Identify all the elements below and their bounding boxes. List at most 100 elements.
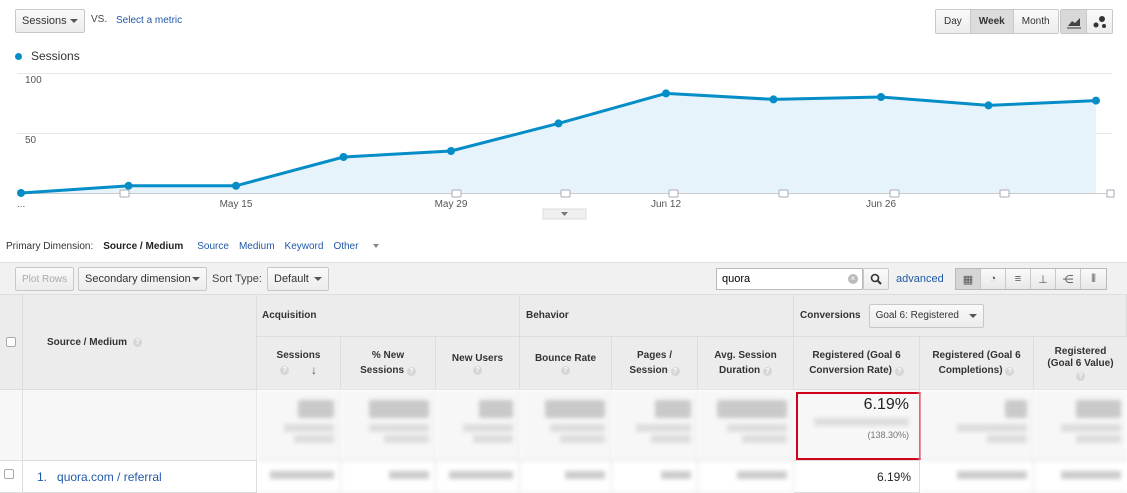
row-source-link[interactable]: quora.com / referral [57, 470, 162, 484]
pivot-view-button[interactable]: ⦀ [1081, 269, 1106, 289]
row-check-cell [0, 461, 23, 493]
dimension-keyword[interactable]: Keyword [285, 241, 324, 252]
conversion-rate-header-line1: Registered (Goal 6 [812, 350, 901, 361]
sort-type-select[interactable]: Default [267, 267, 329, 291]
y-tick-label: 100 [25, 75, 42, 86]
totals-completions-cell [920, 390, 1034, 461]
search-button[interactable] [863, 268, 889, 290]
conversion-rate-column-header[interactable]: Registered (Goal 6 Conversion Rate) ? [794, 337, 920, 390]
data-point[interactable] [17, 189, 25, 197]
data-point[interactable] [447, 147, 455, 155]
dimension-other-menu[interactable]: Other [333, 241, 389, 252]
table-search-input[interactable] [716, 268, 863, 290]
annotation-marker[interactable] [889, 189, 900, 198]
goal-value-column-header[interactable]: Registered (Goal 6 Value) ? [1034, 337, 1127, 390]
annotation-marker[interactable] [560, 189, 571, 198]
secondary-dimension-select[interactable]: Secondary dimension [78, 267, 207, 291]
x-tick-labels: ... May 15 May 29 Jun 12 Jun 26 [17, 199, 896, 210]
dimension-source[interactable]: Source [197, 241, 229, 252]
avg-duration-header-line2: Duration [719, 365, 761, 376]
totals-bounce-rate-cell [520, 390, 612, 461]
goal-value-header-line2: (Goal 6 Value) [1047, 357, 1114, 369]
bounce-rate-header-label: Bounce Rate [534, 353, 597, 364]
row-new-sessions-cell [341, 461, 436, 493]
x-tick-label: ... [17, 199, 25, 210]
row-sessions-cell [257, 461, 341, 493]
new-sessions-column-header[interactable]: % New Sessions ? [341, 337, 436, 390]
data-point[interactable] [232, 181, 240, 190]
term-cloud-view-button[interactable]: ⋲ [1056, 269, 1081, 289]
performance-view-button[interactable]: ≡ [1006, 269, 1031, 289]
select-metric-link[interactable]: Select a metric [116, 15, 182, 26]
chart-view-toggle [1060, 9, 1113, 34]
row-new-users-cell [436, 461, 520, 493]
chart-legend: Sessions [15, 49, 80, 63]
data-point[interactable] [662, 89, 670, 98]
table-toolbar: Plot Rows Secondary dimension Sort Type:… [0, 262, 1127, 295]
dimension-medium[interactable]: Medium [239, 241, 275, 252]
x-tick-label: May 15 [220, 199, 253, 210]
annotation-marker[interactable] [778, 189, 789, 198]
help-icon: ? [1005, 367, 1015, 376]
new-users-column-header[interactable]: New Users ? [436, 337, 520, 390]
totals-conversion-rate-value: 6.19% [863, 396, 909, 413]
clear-search-icon[interactable]: × [848, 274, 858, 284]
y-tick-label: 50 [25, 135, 37, 146]
row-avg-duration-cell [698, 461, 794, 493]
totals-new-sessions-cell [341, 390, 436, 461]
conversions-label: Conversions [800, 310, 861, 321]
data-point[interactable] [769, 95, 778, 104]
pages-session-header-line2: Session [629, 365, 668, 376]
completions-header-line1: Registered (Goal 6 [932, 350, 1021, 361]
pages-session-column-header[interactable]: Pages / Session ? [612, 337, 698, 390]
conversion-rate-header-line2: Conversion Rate) [809, 365, 892, 376]
advanced-filter-link[interactable]: advanced [896, 273, 944, 285]
pages-session-header-line1: Pages / [636, 350, 673, 361]
data-point[interactable] [984, 101, 993, 110]
row-checkbox[interactable] [4, 469, 14, 479]
row-conversion-rate-cell: 6.19% [794, 461, 920, 493]
motion-chart-button[interactable] [1086, 10, 1112, 33]
select-all-checkbox[interactable] [6, 337, 16, 347]
data-point[interactable] [1092, 96, 1100, 105]
granularity-toggle: Day Week Month [935, 9, 1059, 34]
data-point[interactable] [124, 181, 133, 190]
goal-select[interactable]: Goal 6: Registered [868, 303, 984, 328]
data-point[interactable] [877, 93, 885, 101]
acquisition-group-header: Acquisition [257, 295, 520, 337]
sort-type-label: Sort Type: [212, 273, 262, 285]
metric-selector[interactable]: Sessions [15, 9, 85, 33]
chevron-down-icon [314, 277, 322, 281]
annotation-marker[interactable] [1106, 189, 1115, 198]
help-icon: ? [670, 367, 680, 376]
help-icon: ? [133, 337, 143, 347]
line-chart-icon [1066, 17, 1081, 28]
line-chart-button[interactable] [1061, 10, 1086, 33]
annotation-marker[interactable] [451, 189, 462, 198]
pivot-icon: ⦀ [1091, 272, 1096, 285]
annotation-marker[interactable] [999, 189, 1010, 198]
annotation-marker[interactable] [668, 189, 679, 198]
data-point[interactable] [339, 153, 348, 161]
sessions-column-header[interactable]: Sessions ? ↓ [257, 337, 341, 390]
dimension-header[interactable]: Source / Medium ? [23, 295, 257, 390]
avg-duration-column-header[interactable]: Avg. Session Duration ? [698, 337, 794, 390]
data-table-view-button[interactable]: ▦ [956, 269, 981, 289]
completions-column-header[interactable]: Registered (Goal 6 Completions) ? [920, 337, 1034, 390]
plot-rows-button[interactable]: Plot Rows [15, 267, 75, 291]
data-point[interactable] [554, 119, 563, 128]
goal-value-header-line1: Registered [1054, 345, 1107, 357]
month-button[interactable]: Month [1013, 10, 1058, 33]
sessions-chart: 50 100 ... May 15 May 29 Jun 12 Jun 26 [17, 73, 1115, 220]
grid-icon: ▦ [962, 273, 974, 286]
annotation-marker[interactable] [119, 189, 130, 198]
bounce-rate-column-header[interactable]: Bounce Rate ? [520, 337, 612, 390]
chevron-down-icon [70, 19, 78, 23]
help-icon: ? [406, 367, 416, 376]
help-icon: ? [894, 367, 904, 376]
week-button[interactable]: Week [970, 10, 1014, 33]
pie-view-button[interactable]: ◔ [981, 269, 1006, 289]
day-button[interactable]: Day [936, 10, 971, 33]
comparison-view-button[interactable]: ⊥ [1031, 269, 1056, 289]
help-icon: ? [473, 366, 482, 375]
